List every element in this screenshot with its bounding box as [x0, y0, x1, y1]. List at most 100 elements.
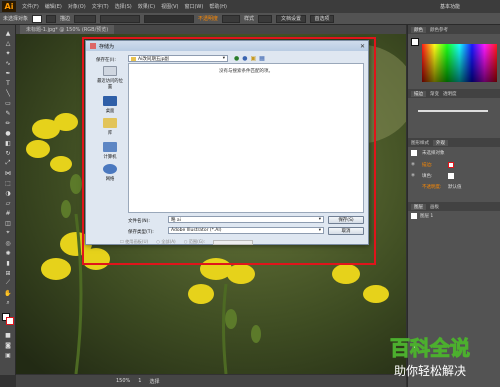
appearance-thumbnail: [411, 150, 417, 156]
menu-edit[interactable]: 编辑(E): [42, 3, 65, 10]
watermark-line2: 助你轻松解决: [394, 364, 466, 378]
blob-brush-icon[interactable]: ●: [3, 129, 13, 137]
document-setup-button[interactable]: 文档设置: [276, 14, 307, 23]
appearance-opacity-label[interactable]: 不透明度:: [422, 184, 442, 190]
zoom-level[interactable]: 150%: [116, 378, 130, 384]
blend-tool-icon[interactable]: ◎: [3, 239, 13, 247]
tab-transparency[interactable]: 透明度: [443, 91, 457, 97]
variable-width-profile[interactable]: [144, 14, 195, 23]
color-mode-icon[interactable]: ■: [3, 331, 13, 339]
menu-view[interactable]: 视图(V): [158, 3, 181, 10]
graphic-style-picker[interactable]: [258, 14, 273, 23]
symbol-sprayer-icon[interactable]: ✺: [3, 249, 13, 257]
tools-panel: ▲ △ ✦ ∿ ✒ T ╲ ▭ ✎ ✏ ● ◧ ↻ ⤢ ⋈ ⬚ ◑ ▱ # ◫ …: [0, 25, 16, 375]
tab-gradient[interactable]: 渐变: [430, 91, 439, 97]
style-label: 样式: [244, 16, 255, 22]
eyedropper-icon[interactable]: ⌖: [3, 229, 13, 237]
line-tool-icon[interactable]: ╲: [3, 89, 13, 97]
width-tool-icon[interactable]: ⋈: [3, 169, 13, 177]
appearance-opacity-value: 默认值: [448, 185, 462, 190]
brush-definition-select[interactable]: [100, 14, 141, 23]
appearance-fill-label[interactable]: 填色:: [422, 173, 433, 179]
hand-tool-icon[interactable]: ✋: [3, 289, 13, 297]
paintbrush-icon[interactable]: ✎: [3, 109, 13, 117]
type-tool-icon[interactable]: T: [3, 79, 13, 87]
lasso-icon[interactable]: ∿: [3, 59, 13, 67]
rotate-icon[interactable]: ↻: [3, 149, 13, 157]
eraser-icon[interactable]: ◧: [3, 139, 13, 147]
tab-color-guide[interactable]: 颜色参考: [430, 27, 448, 33]
color-panel-tabs: 颜色 颜色参考: [408, 25, 500, 34]
appearance-panel: 未选择对象 ◉ 描边: ◉ 填色: 不透明度: 默认值: [408, 147, 500, 202]
scale-icon[interactable]: ⤢: [3, 159, 13, 167]
fill-swatch[interactable]: [32, 14, 43, 23]
graph-tool-icon[interactable]: ▮: [3, 259, 13, 267]
magic-wand-icon[interactable]: ✦: [3, 49, 13, 57]
document-tab-bar: 未标题-1.jpg* @ 150% (RGB/预览): [16, 25, 406, 34]
tab-color[interactable]: 颜色: [411, 26, 426, 33]
draw-mode-icon[interactable]: ◙: [3, 341, 13, 349]
color-spectrum[interactable]: [422, 44, 497, 82]
gradient-tool-icon[interactable]: ◫: [3, 219, 13, 227]
direct-selection-icon[interactable]: △: [3, 39, 13, 47]
menu-file[interactable]: 文件(F): [19, 3, 42, 10]
mesh-tool-icon[interactable]: #: [3, 209, 13, 217]
shape-builder-icon[interactable]: ◑: [3, 189, 13, 197]
menu-effect[interactable]: 效果(C): [135, 3, 158, 10]
appearance-title: 未选择对象: [422, 151, 445, 156]
tab-graphic-styles[interactable]: 图形样式: [411, 140, 429, 146]
watermark: 百科全说 助你轻松解决: [360, 327, 500, 387]
appearance-fill-swatch[interactable]: [448, 173, 454, 179]
status-mode: 选择: [149, 378, 160, 385]
slice-tool-icon[interactable]: ⟋: [3, 279, 13, 287]
visibility-eye-icon-2[interactable]: ◉: [411, 173, 415, 178]
menu-type[interactable]: 文字(T): [89, 3, 112, 10]
stroke-swatch[interactable]: [46, 14, 57, 23]
artboard-number[interactable]: 1: [138, 378, 141, 384]
preferences-button[interactable]: 首选项: [310, 14, 335, 23]
tab-stroke[interactable]: 描边: [411, 90, 426, 97]
highlight-box: [82, 37, 376, 265]
stroke-weight-input[interactable]: [74, 14, 97, 23]
watermark-line1: 百科全说: [390, 336, 470, 360]
color-panel: [408, 34, 500, 89]
workspace-switcher[interactable]: 基本功能: [440, 3, 460, 10]
stroke-preview: [418, 110, 488, 112]
stroke-panel: [408, 98, 500, 138]
perspective-grid-icon[interactable]: ▱: [3, 199, 13, 207]
layer-thumbnail: [411, 212, 417, 219]
visibility-eye-icon[interactable]: ◉: [411, 162, 415, 167]
free-transform-icon[interactable]: ⬚: [3, 179, 13, 187]
appearance-stroke-swatch[interactable]: [448, 162, 454, 168]
document-tab[interactable]: 未标题-1.jpg* @ 150% (RGB/预览): [20, 25, 115, 34]
control-bar: 未选择对象 描边 不透明度 样式 文档设置 首选项: [0, 13, 500, 25]
opacity-label[interactable]: 不透明度: [198, 15, 218, 22]
selection-tool-icon[interactable]: ▲: [3, 29, 13, 37]
opacity-input[interactable]: [222, 14, 241, 23]
appearance-stroke-label[interactable]: 描边:: [422, 162, 433, 168]
screen-mode-icon[interactable]: ▣: [3, 351, 13, 359]
appearance-panel-tabs: 图形样式 外观: [408, 138, 500, 147]
layer-name[interactable]: 图层 1: [420, 213, 433, 219]
document-tab-title: 未标题-1.jpg* @ 150% (RGB/预览): [26, 27, 109, 33]
tab-appearance[interactable]: 外观: [433, 139, 448, 146]
menu-bar: Ai 文件(F) 编辑(E) 对象(O) 文字(T) 选择(S) 效果(C) 视…: [0, 0, 500, 13]
menu-object[interactable]: 对象(O): [65, 3, 89, 10]
artboard-tool-icon[interactable]: ⊞: [3, 269, 13, 277]
panel-fill-swatch[interactable]: [411, 38, 419, 46]
pencil-icon[interactable]: ✏: [3, 119, 13, 127]
rectangle-tool-icon[interactable]: ▭: [3, 99, 13, 107]
stroke-color-swatch[interactable]: [6, 317, 14, 325]
pen-tool-icon[interactable]: ✒: [3, 69, 13, 77]
menu-select[interactable]: 选择(S): [112, 3, 135, 10]
layer-row[interactable]: 图层 1: [408, 211, 500, 220]
layers-panel-tabs: 图层 画板: [408, 202, 500, 211]
tab-artboards[interactable]: 画板: [430, 204, 439, 210]
zoom-tool-icon[interactable]: ⌕: [3, 299, 13, 307]
stroke-panel-tabs: 描边 渐变 透明度: [408, 89, 500, 98]
menu-help[interactable]: 帮助(H): [206, 3, 230, 10]
preferences-label: 首选项: [314, 16, 330, 22]
menu-window[interactable]: 窗口(W): [181, 3, 206, 10]
tab-layers[interactable]: 图层: [411, 203, 426, 210]
stroke-label: 描边: [60, 16, 71, 22]
